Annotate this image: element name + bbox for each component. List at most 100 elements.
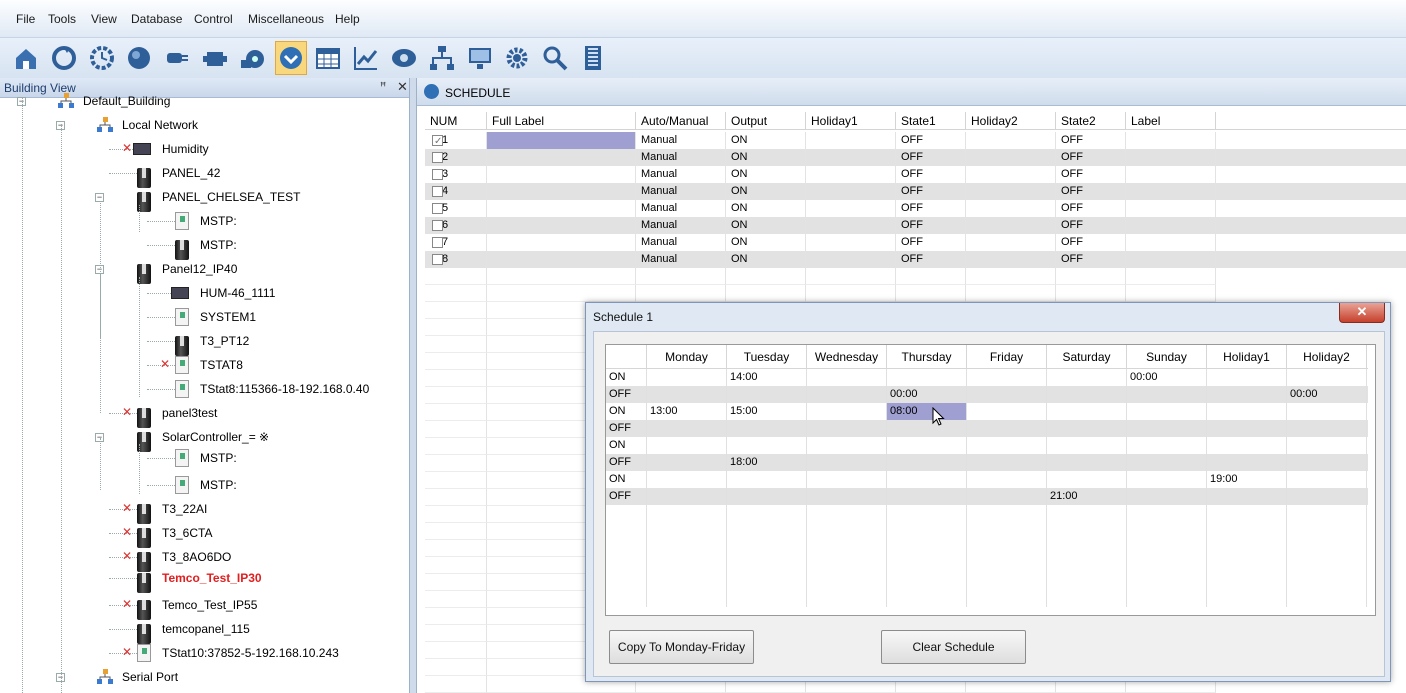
time-cell[interactable] xyxy=(1207,386,1287,403)
schedule-cell-mode[interactable]: Manual xyxy=(636,200,726,217)
schedule-cell-h1[interactable] xyxy=(806,149,896,166)
topology-icon[interactable] xyxy=(426,41,458,75)
schedule-cell-h1[interactable] xyxy=(806,200,896,217)
menu-tools[interactable]: Tools xyxy=(48,12,76,26)
time-cell[interactable] xyxy=(727,488,807,505)
schedule-cell-h1[interactable] xyxy=(806,166,896,183)
time-cell[interactable] xyxy=(1047,471,1127,488)
schedule-cell-s1[interactable]: OFF xyxy=(896,234,966,251)
time-cell[interactable] xyxy=(1287,437,1367,454)
schedule-cell-output[interactable]: ON xyxy=(726,183,806,200)
schedule-cell-h2[interactable] xyxy=(966,200,1056,217)
schedule-cell-lbl[interactable] xyxy=(1126,149,1216,166)
schedule-cell-mode[interactable]: Manual xyxy=(636,166,726,183)
menu-control[interactable]: Control xyxy=(194,12,233,26)
schedule-cell-label[interactable] xyxy=(487,166,636,183)
schedule-cell-h1[interactable] xyxy=(806,234,896,251)
refresh-icon[interactable] xyxy=(48,41,80,75)
time-cell[interactable] xyxy=(727,386,807,403)
time-cell[interactable] xyxy=(807,420,887,437)
time-cell[interactable] xyxy=(807,369,887,386)
time-cell[interactable] xyxy=(967,454,1047,471)
schedule-icon[interactable] xyxy=(274,41,307,75)
collapse-toggle-icon[interactable]: − xyxy=(95,193,104,202)
time-cell[interactable] xyxy=(647,369,727,386)
schedule-cell-num[interactable]: 8 xyxy=(425,251,487,268)
schedule-cell-mode[interactable]: Manual xyxy=(636,251,726,268)
schedule-cell-s2[interactable]: OFF xyxy=(1056,217,1126,234)
schedule-row[interactable]: 4 Manual ON OFF OFF xyxy=(425,183,1406,200)
time-cell[interactable] xyxy=(1047,386,1127,403)
time-row[interactable]: ON 14:00 00:00 xyxy=(606,369,1368,386)
time-cell[interactable] xyxy=(967,420,1047,437)
schedule-cell-label[interactable] xyxy=(487,132,636,149)
schedule-row[interactable]: 3 Manual ON OFF OFF xyxy=(425,166,1406,183)
time-cell[interactable] xyxy=(1207,420,1287,437)
time-cell[interactable] xyxy=(807,471,887,488)
schedule-cell-h2[interactable] xyxy=(966,217,1056,234)
schedule-cell-lbl[interactable] xyxy=(1126,251,1216,268)
schedule-cell-label[interactable] xyxy=(487,183,636,200)
time-cell[interactable] xyxy=(1127,471,1207,488)
time-cell[interactable] xyxy=(807,386,887,403)
time-cell[interactable] xyxy=(1287,488,1367,505)
dialog-close-button[interactable]: ✕ xyxy=(1339,303,1385,323)
schedule-cell-h1[interactable] xyxy=(806,251,896,268)
time-cell[interactable] xyxy=(967,403,1047,420)
time-cell[interactable] xyxy=(727,420,807,437)
column-header[interactable]: Output xyxy=(726,112,806,130)
schedule-cell-output[interactable]: ON xyxy=(726,251,806,268)
time-cell[interactable]: 00:00 xyxy=(1287,386,1367,403)
menu-database[interactable]: Database xyxy=(131,12,182,26)
day-header[interactable]: Holiday1 xyxy=(1207,345,1287,369)
time-cell[interactable] xyxy=(1127,420,1207,437)
calendar-icon[interactable] xyxy=(312,41,344,75)
time-cell[interactable] xyxy=(807,437,887,454)
menu-help[interactable]: Help xyxy=(335,12,360,26)
schedule-cell-s2[interactable]: OFF xyxy=(1056,251,1126,268)
time-cell[interactable] xyxy=(1287,403,1367,420)
schedule-cell-label[interactable] xyxy=(487,251,636,268)
trend-chart-icon[interactable] xyxy=(350,41,382,75)
time-cell[interactable] xyxy=(887,488,967,505)
day-header[interactable]: Friday xyxy=(967,345,1047,369)
time-cell[interactable] xyxy=(1287,420,1367,437)
clock-icon[interactable] xyxy=(86,41,118,75)
schedule-cell-s1[interactable]: OFF xyxy=(896,217,966,234)
time-cell[interactable] xyxy=(887,437,967,454)
time-row[interactable]: ON xyxy=(606,437,1368,454)
time-cell[interactable] xyxy=(1127,488,1207,505)
schedule-cell-num[interactable]: 5 xyxy=(425,200,487,217)
time-cell[interactable] xyxy=(647,420,727,437)
schedule-cell-mode[interactable]: Manual xyxy=(636,217,726,234)
schedule-cell-h2[interactable] xyxy=(966,132,1056,149)
schedule-cell-s2[interactable]: OFF xyxy=(1056,183,1126,200)
row-checkbox[interactable] xyxy=(432,186,443,197)
time-row[interactable]: OFF 18:00 xyxy=(606,454,1368,471)
time-cell[interactable] xyxy=(887,471,967,488)
schedule-cell-s1[interactable]: OFF xyxy=(896,132,966,149)
settings-gear-icon[interactable] xyxy=(501,41,533,75)
time-cell[interactable]: 19:00 xyxy=(1207,471,1287,488)
schedule-cell-s2[interactable]: OFF xyxy=(1056,132,1126,149)
schedule-cell-h1[interactable] xyxy=(806,183,896,200)
schedule-cell-num[interactable]: 1 xyxy=(425,132,487,149)
search-icon[interactable] xyxy=(539,41,571,75)
day-header[interactable]: Saturday xyxy=(1047,345,1127,369)
time-cell[interactable] xyxy=(1287,454,1367,471)
schedule-cell-s1[interactable]: OFF xyxy=(896,149,966,166)
schedule-cell-output[interactable]: ON xyxy=(726,132,806,149)
time-cell[interactable] xyxy=(1207,488,1287,505)
column-header[interactable]: Holiday1 xyxy=(806,112,896,130)
time-cell[interactable] xyxy=(1287,369,1367,386)
time-cell[interactable] xyxy=(1207,369,1287,386)
copy-to-weekdays-button[interactable]: Copy To Monday-Friday xyxy=(609,630,754,664)
time-cell[interactable] xyxy=(967,386,1047,403)
schedule-cell-h2[interactable] xyxy=(966,251,1056,268)
schedule-cell-lbl[interactable] xyxy=(1126,166,1216,183)
schedule-cell-output[interactable]: ON xyxy=(726,149,806,166)
time-cell[interactable]: 14:00 xyxy=(727,369,807,386)
schedule-cell-s2[interactable]: OFF xyxy=(1056,234,1126,251)
time-cell[interactable] xyxy=(1047,437,1127,454)
time-cell[interactable] xyxy=(647,488,727,505)
